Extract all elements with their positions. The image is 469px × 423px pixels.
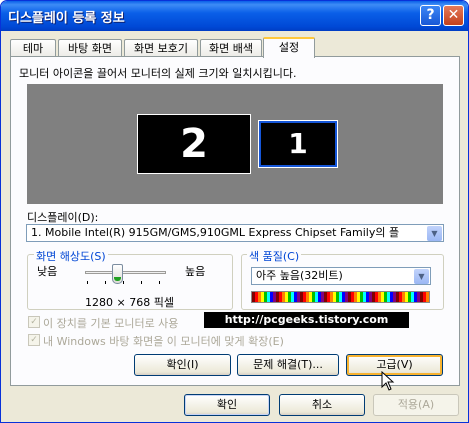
color-quality-value: 아주 높음(32비트) xyxy=(256,269,343,282)
mouse-pointer-icon xyxy=(381,371,395,391)
cancel-button[interactable]: 취소 xyxy=(279,394,365,416)
slider-tick xyxy=(159,281,160,284)
display-properties-window: 디스플레이 등록 정보 ? ✕ 테마 바탕 화면 화면 보호기 화면 배색 설정… xyxy=(0,0,469,423)
resolution-high-label: 높음 xyxy=(185,265,206,278)
resolution-group-label: 화면 해상도(S) xyxy=(34,248,108,264)
resolution-slider-track[interactable] xyxy=(85,271,166,274)
tab-settings[interactable]: 설정 xyxy=(263,37,315,58)
tab-screensaver[interactable]: 화면 보호기 xyxy=(124,39,198,57)
resolution-slider-thumb[interactable] xyxy=(111,264,123,284)
color-spectrum-bar xyxy=(251,291,430,303)
window-title: 디스플레이 등록 정보 xyxy=(8,11,125,26)
extend-desktop-checkbox[interactable]: ✓ xyxy=(28,334,40,346)
monitor-2-icon[interactable]: 2 xyxy=(137,114,251,174)
slider-tick xyxy=(141,281,142,284)
identify-button[interactable]: 확인(I) xyxy=(134,354,231,376)
monitor-arrangement: 2 1 xyxy=(27,84,443,204)
help-button[interactable]: ? xyxy=(420,5,441,26)
monitor-1-icon[interactable]: 1 xyxy=(258,120,338,168)
extend-desktop-label: 내 Windows 바탕 화면을 이 모니터에 맞게 확장(E) xyxy=(43,335,284,348)
monitor-instruction: 모니터 아이콘을 끌어서 모니터의 실제 크기와 일치시킵니다. xyxy=(19,67,297,80)
tab-desktop[interactable]: 바탕 화면 xyxy=(58,39,122,57)
primary-monitor-checkbox[interactable]: ✓ xyxy=(28,316,40,328)
display-label: 디스플레이(D): xyxy=(27,211,99,224)
color-quality-select[interactable]: 아주 높음(32비트) ▼ xyxy=(251,267,431,285)
chevron-down-icon[interactable]: ▼ xyxy=(427,226,442,241)
resolution-value: 1280 × 768 픽셀 xyxy=(85,296,174,309)
slider-tick xyxy=(123,281,124,284)
slider-tick xyxy=(87,281,88,284)
tab-theme[interactable]: 테마 xyxy=(10,39,56,57)
watermark-url: http://pcgeeks.tistory.com xyxy=(204,312,409,328)
troubleshoot-button[interactable]: 문제 해결(T)... xyxy=(237,354,339,376)
primary-monitor-label: 이 장치를 기본 모니터로 사용 xyxy=(43,317,179,330)
resolution-low-label: 낮음 xyxy=(37,265,58,278)
tab-appearance[interactable]: 화면 배색 xyxy=(200,39,262,57)
slider-tick xyxy=(105,281,106,284)
display-select[interactable]: 1. Mobile Intel(R) 915GM/GMS,910GML Expr… xyxy=(26,224,444,242)
display-select-value: 1. Mobile Intel(R) 915GM/GMS,910GML Expr… xyxy=(31,226,400,239)
apply-button: 적용(A) xyxy=(373,394,459,416)
chevron-down-icon[interactable]: ▼ xyxy=(414,269,429,284)
title-bar[interactable]: 디스플레이 등록 정보 ? ✕ xyxy=(1,1,468,31)
color-quality-group-label: 색 품질(C) xyxy=(247,248,302,264)
close-button[interactable]: ✕ xyxy=(443,5,464,26)
ok-button[interactable]: 확인 xyxy=(184,394,270,416)
